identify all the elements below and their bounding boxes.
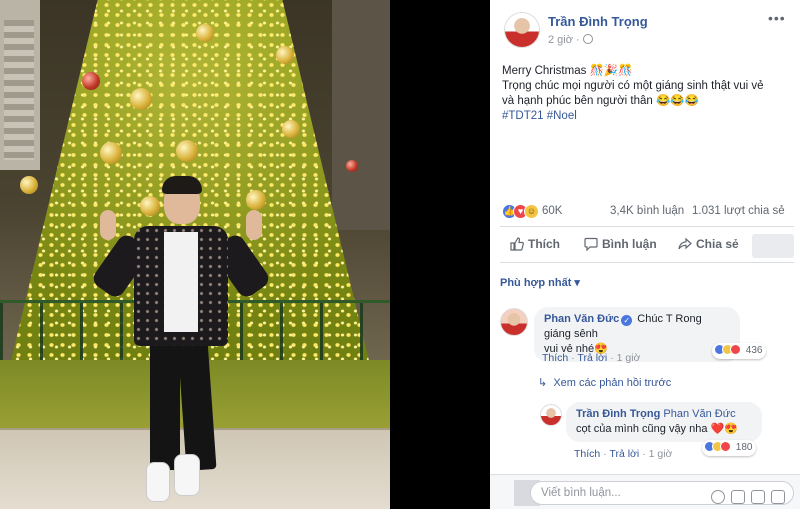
more-options-icon[interactable]: •••	[768, 10, 786, 26]
comment-like-link[interactable]: Thích	[542, 352, 568, 364]
like-button[interactable]: Thích	[510, 237, 560, 251]
comment-meta: Thích · Trả lời · 1 giờ	[542, 352, 641, 364]
person-shoe	[146, 462, 170, 502]
person-shirt	[164, 232, 198, 332]
share-button-label: Chia sẻ	[696, 237, 739, 251]
ornament	[100, 142, 122, 164]
reaction-count[interactable]: 60K	[542, 205, 562, 217]
comment-button-label: Bình luận	[602, 237, 657, 251]
reply-text: cọt của mình cũng vậy nha ❤️😍	[576, 423, 738, 435]
comment-button[interactable]: Bình luận	[584, 237, 657, 252]
reply-author-name[interactable]: Trần Đình Trọng	[576, 408, 660, 420]
person-hair	[162, 176, 202, 194]
composer-icons	[705, 486, 785, 508]
ornament	[82, 72, 100, 90]
person-leg	[177, 339, 217, 471]
view-previous-label: Xem các phản hồi trước	[553, 377, 672, 389]
reply-tagged-user[interactable]: Phan Văn Đức	[663, 408, 735, 420]
action-bar: Thích Bình luận Chia sẻ	[490, 232, 800, 260]
person-hand	[100, 210, 116, 240]
comment-reply-link[interactable]: Trả lời	[577, 352, 607, 364]
post-text-line: Merry Christmas 🎊🎉🎊	[502, 65, 633, 77]
post-body: Merry Christmas 🎊🎉🎊 Trọng chúc mọi người…	[502, 64, 792, 124]
reply-bubble: Trần Đình Trọng Phan Văn Đức cọt của mìn…	[566, 402, 762, 442]
post-hashtags[interactable]: #TDT21 #Noel	[502, 109, 792, 124]
divider	[500, 226, 794, 227]
person-hand	[246, 210, 262, 240]
post-time-text: 2 giờ	[548, 34, 573, 46]
comment-time[interactable]: 1 giờ	[617, 352, 641, 364]
ornament	[346, 160, 358, 172]
post-text-line: Trọng chúc mọi người có một giáng sinh t…	[502, 80, 764, 92]
post-header: Trần Đình Trọng 2 giờ · •••	[490, 0, 800, 60]
comment-sort-dropdown[interactable]: Phù hợp nhất ▾	[500, 276, 580, 289]
reply-like-link[interactable]: Thích	[574, 448, 600, 460]
reaction-summary[interactable]: 👍 ♥ ☺ 60K 3,4K bình luận 1.031 lượt chia…	[502, 204, 792, 220]
camera-icon[interactable]	[731, 489, 745, 504]
view-previous-replies[interactable]: ↳ Xem các phản hồi trước	[538, 376, 671, 389]
post-text-line: và hạnh phúc bên người thân 😂😂😂	[502, 95, 699, 107]
emoji-icon[interactable]	[711, 489, 725, 504]
person	[89, 176, 273, 505]
ornament	[130, 88, 152, 110]
commenter-avatar[interactable]	[500, 308, 528, 336]
ornament	[176, 140, 198, 162]
ornament	[282, 120, 300, 138]
author-avatar[interactable]	[504, 12, 540, 48]
comment-react-count: 436	[745, 345, 763, 356]
post-photo[interactable]	[0, 0, 390, 509]
person-leg	[150, 340, 180, 470]
ornament	[276, 46, 294, 64]
background-building-windows	[4, 20, 34, 160]
commenter-name[interactable]: Phan Văn Đức	[544, 313, 619, 325]
share-button[interactable]: Chia sẻ	[678, 237, 739, 251]
love-reaction-icon	[720, 441, 731, 452]
comment-reactions[interactable]: 436	[712, 343, 767, 359]
comment-composer: Viết bình luận...	[490, 474, 800, 509]
comment-count[interactable]: 3,4K bình luận	[610, 205, 684, 217]
comment-input[interactable]: Viết bình luận...	[530, 481, 794, 505]
share-count[interactable]: 1.031 lượt chia sẻ	[692, 205, 785, 217]
reply-time[interactable]: 1 giờ	[649, 448, 673, 460]
globe-icon	[582, 34, 593, 44]
reply-meta: Thích · Trả lời · 1 giờ	[574, 448, 673, 460]
person-shoe	[174, 454, 200, 496]
reply-reactions[interactable]: 180	[702, 440, 757, 456]
author-name[interactable]: Trần Đình Trọng	[548, 14, 648, 29]
gif-icon[interactable]	[751, 489, 765, 504]
like-button-label: Thích	[528, 237, 560, 251]
reply-arrow-icon: ↳	[538, 377, 548, 389]
haha-reaction-icon: ☺	[524, 204, 539, 219]
divider	[500, 262, 794, 263]
sticker-icon[interactable]	[771, 489, 785, 504]
post-timestamp[interactable]: 2 giờ ·	[548, 34, 593, 46]
ornament	[196, 24, 214, 42]
reply-reply-link[interactable]: Trả lời	[609, 448, 639, 460]
ornament	[20, 176, 38, 194]
love-reaction-icon	[730, 344, 741, 355]
post-as-avatar[interactable]	[752, 234, 794, 258]
share-icon	[678, 237, 692, 250]
background-building-right	[332, 0, 390, 230]
thumbs-up-icon	[510, 237, 524, 251]
reply-author-avatar[interactable]	[540, 404, 562, 426]
comment-icon	[584, 237, 598, 252]
comment-input-placeholder: Viết bình luận...	[541, 487, 621, 499]
post-panel: Trần Đình Trọng 2 giờ · ••• Merry Christ…	[490, 0, 800, 509]
reply-react-count: 180	[735, 442, 753, 453]
verified-badge-icon: ✓	[621, 315, 633, 326]
